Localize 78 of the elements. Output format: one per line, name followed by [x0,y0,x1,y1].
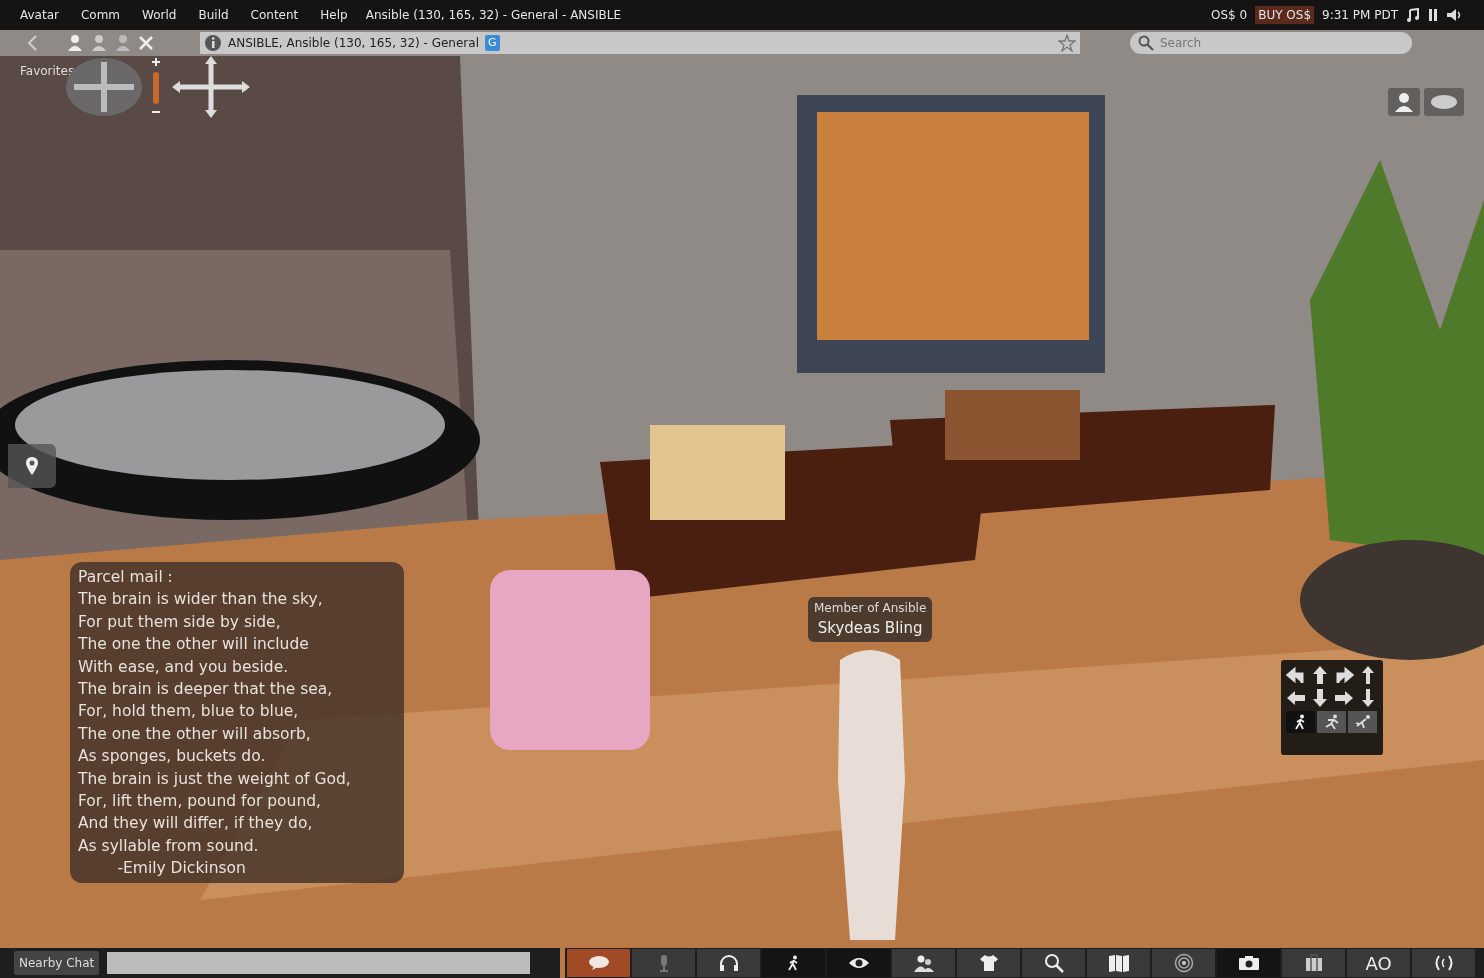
toolbar-button[interactable] [1412,949,1475,977]
poem-line: The one the other will include [78,634,310,656]
toolbar-button[interactable] [1282,949,1345,977]
poem-line: And they will differ, if they do, [78,813,314,835]
speech-bubble-icon [587,955,610,971]
close-icon[interactable] [138,35,154,51]
camera-pan-control[interactable] [172,56,250,118]
music-icon[interactable] [1406,8,1420,22]
forward-icon[interactable] [1310,665,1330,685]
toolbar-button[interactable] [762,949,825,977]
back-arrow-icon[interactable] [1310,688,1330,708]
ao-button[interactable]: AO [1347,949,1410,977]
map-pin-button[interactable] [8,444,56,488]
menu-item[interactable]: World [142,6,177,24]
toolbar-button[interactable] [957,949,1020,977]
chat-input-field[interactable] [107,952,531,974]
person-icon[interactable] [66,34,84,52]
poem-line: As syllable from sound. [78,835,260,857]
people-button[interactable] [1388,88,1420,116]
toolbar-button[interactable] [1022,949,1085,977]
radar-icon [1173,953,1194,973]
eye-icon [847,956,870,970]
speech-button[interactable] [1424,88,1464,116]
poem-line: As sponges, buckets do. [78,746,267,768]
poem-line: For, hold them, blue to blue, [78,701,300,723]
poem-line: The brain is deeper that the sea, [78,679,334,701]
headphones-icon [717,954,740,972]
avatar-name: Skydeas Bling [817,618,923,639]
panel-title: Parcel mail : [78,567,174,588]
location-field[interactable]: ANSIBLE, Ansible (130, 165, 32) - General G [200,32,1080,54]
search-placeholder: Search [1160,35,1202,52]
toolbar-button[interactable] [892,949,955,977]
info-icon[interactable] [204,34,222,52]
location-text: ANSIBLE, Ansible (130, 165, 32) - General [228,35,479,52]
camera-icon [1237,955,1260,971]
toolbar-button[interactable] [697,949,760,977]
inventory-icon [1304,954,1323,972]
movement-mode-button[interactable] [1286,711,1315,733]
menu-item[interactable]: Build [198,6,229,24]
nearby-chat-button[interactable]: Nearby Chat [14,951,100,975]
poem-line: For put them side by side, [78,611,282,633]
left-icon[interactable] [1286,688,1306,708]
speech-bubble-icon [1430,94,1458,110]
search-icon [1043,953,1064,973]
pause-icon[interactable] [1428,8,1438,22]
window-title: Ansible (130, 165, 32) - General - ANSIBLE [365,7,621,24]
menu-item[interactable]: Help [320,6,348,24]
clock-text: 9:31 PM PDT [1322,7,1398,24]
poem-line: The one the other will absorb, [78,723,312,745]
balance-text: OS$ 0 [1211,7,1248,24]
buy-currency-button[interactable]: BUY OS$ [1255,6,1314,24]
toolbar-button[interactable] [1217,949,1280,977]
poem-line: With ease, and you beside. [78,656,290,678]
poem-line: -Emily Dickinson [116,858,247,880]
flying-figure-icon [1354,714,1371,730]
toolbar-button[interactable] [827,949,890,977]
right-icon[interactable] [1334,688,1354,708]
map-pin-icon [25,456,39,476]
poem-line: The brain is just the weight of God, [78,768,352,790]
toolbar-button[interactable] [1087,949,1150,977]
person-icon [1394,92,1414,112]
menu-item[interactable]: Avatar [20,6,59,24]
search-icon [1138,35,1154,51]
menu-item[interactable]: Content [250,6,299,24]
group-title: Member of Ansible [814,600,927,617]
star-icon[interactable] [1058,34,1076,52]
shirt-icon [978,954,999,972]
turn-right-icon[interactable] [1334,665,1354,685]
people-icon [912,954,935,972]
menu-item[interactable]: Comm [80,6,121,24]
rating-badge: G [484,34,500,52]
poem-line: The brain is wider than the sky, [78,589,324,611]
microphone-icon [657,954,670,972]
running-figure-icon [1323,714,1340,730]
turn-left-icon[interactable] [1286,665,1306,685]
map-icon [1107,954,1130,972]
favorites-bar-label: Favorites [20,63,75,80]
poem-line: For, lift them, pound for pound, [78,791,322,813]
